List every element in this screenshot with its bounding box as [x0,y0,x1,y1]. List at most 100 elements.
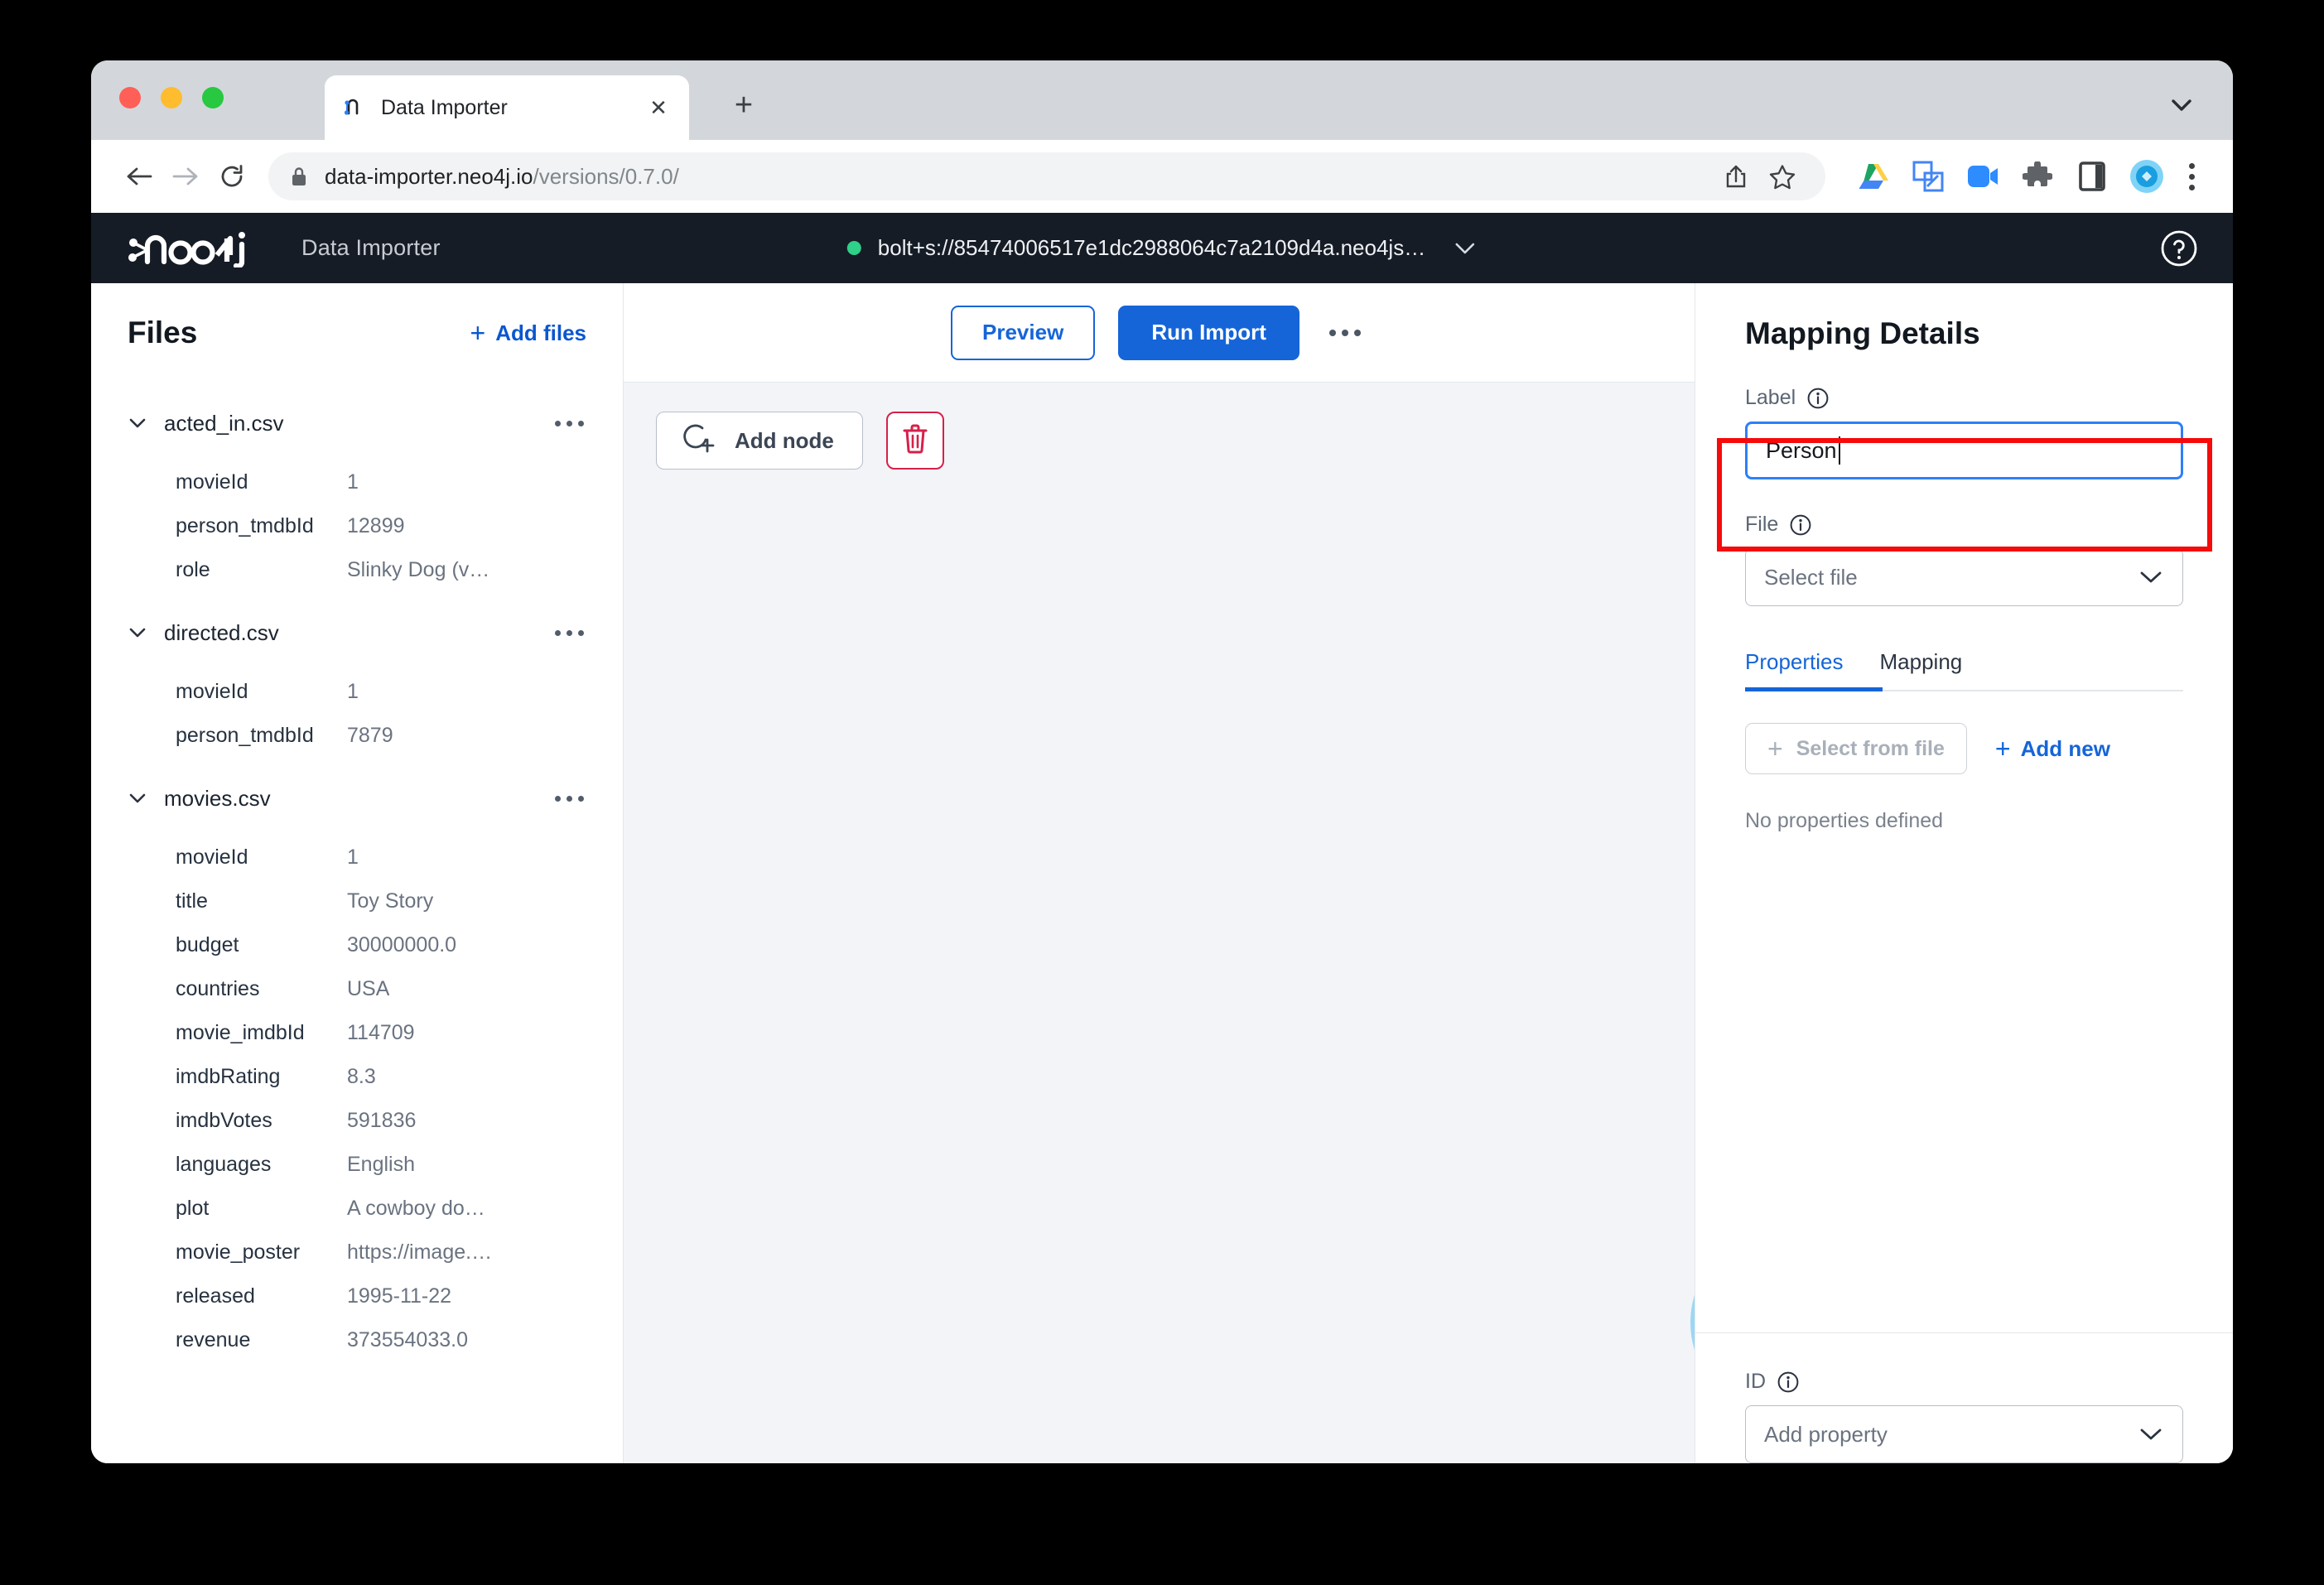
field-row[interactable]: revenue 373554033.0 [128,1318,586,1362]
neo4j-logo-icon [126,229,250,268]
file-field-group: File Select file [1745,513,2183,606]
kebab-horizontal-icon[interactable] [552,795,586,802]
plus-icon: + [1767,734,1783,764]
add-new-property-button[interactable]: + Add new [1995,735,2110,762]
reload-icon[interactable] [209,153,255,200]
label-field-group: Label Person [1745,386,2183,479]
screen-capture-icon[interactable] [1912,160,1945,193]
field-key: revenue [176,1328,251,1351]
delete-node-button[interactable] [885,412,944,470]
extensions-puzzle-icon[interactable] [2021,160,2054,193]
file-group-header[interactable]: directed.csv [128,610,586,655]
field-row[interactable]: movieId 1 [128,670,586,714]
help-circle-icon[interactable] [2160,229,2198,267]
field-row[interactable]: budget 30000000.0 [128,923,586,967]
url-host: data-importer.neo4j.io [325,163,533,189]
field-row[interactable]: title Toy Story [128,879,586,923]
minimize-window-button[interactable] [161,87,182,108]
star-icon[interactable] [1761,155,1804,198]
chevron-down-icon[interactable] [2165,89,2198,122]
label-input[interactable]: Person [1745,422,2183,479]
details-content: Mapping Details Label Person File Select… [1695,283,2233,833]
info-icon[interactable] [1790,514,1811,536]
zoom-icon[interactable] [1966,160,1999,193]
data-importer-app: Data Importer bolt+s://85474006517e1dc29… [91,213,2233,1463]
field-row[interactable]: person_tmdbId 7879 [128,714,586,758]
field-key: imdbVotes [176,1109,272,1132]
browser-tabstrip: Data Importer ✕ + [91,60,2233,140]
add-files-button[interactable]: + Add files [470,320,586,346]
browser-tab-title: Data Importer [381,95,508,119]
trash-icon [901,423,929,459]
file-field-label: File [1745,513,2183,537]
field-key: movie_imdbId [176,1021,305,1044]
kebab-horizontal-icon[interactable] [552,420,586,426]
browser-tab[interactable]: Data Importer ✕ [325,75,689,140]
maximize-window-button[interactable] [202,87,224,108]
browser-window: Data Importer ✕ + data-importer.neo4j.io… [91,60,2233,1463]
share-icon[interactable] [1714,155,1757,198]
field-row[interactable]: released 1995-11-22 [128,1274,586,1318]
select-from-file-button[interactable]: + Select from file [1745,723,1967,774]
field-key: person_tmdbId [176,514,314,537]
field-row[interactable]: movie_imdbId 114709 [128,1011,586,1055]
preview-button[interactable]: Preview [951,305,1096,360]
text-caret [1838,436,1840,465]
chevron-down-icon[interactable] [128,413,147,433]
arrow-left-icon[interactable] [116,153,162,200]
graph-canvas[interactable]: Add node Person [624,383,1695,1463]
field-value: Slinky Dog (v… [347,558,490,581]
connection-selector[interactable]: bolt+s://85474006517e1dc2988064c7a2109d4… [846,235,1477,261]
add-node-button[interactable]: Add node [656,412,863,470]
chevron-down-icon[interactable] [128,623,147,643]
file-name: movies.csv [164,785,271,811]
field-row[interactable]: imdbRating 8.3 [128,1055,586,1099]
file-group-list: acted_in.csv movieId 1 person_tmdbId 12899 ro… [128,401,586,1362]
field-row[interactable]: countries USA [128,967,586,1011]
field-value: Toy Story [347,889,434,913]
tab-mapping[interactable]: Mapping [1880,649,1963,690]
field-row[interactable]: role Slinky Dog (v… [128,548,586,592]
chevron-down-icon[interactable] [128,788,147,808]
tab-properties[interactable]: Properties [1745,649,1844,690]
field-list: movieId 1 person_tmdbId 7879 [128,670,586,758]
app-title: Data Importer [301,235,441,260]
close-window-button[interactable] [119,87,141,108]
address-bar[interactable]: data-importer.neo4j.io/versions/0.7.0/ [268,152,1825,200]
field-key: person_tmdbId [176,724,314,747]
side-panel-icon[interactable] [2076,160,2109,193]
run-import-button[interactable]: Run Import [1118,305,1299,360]
field-row[interactable]: imdbVotes 591836 [128,1099,586,1143]
file-group-header[interactable]: movies.csv [128,776,586,821]
id-select-placeholder: Add property [1764,1421,1888,1447]
field-key: imdbRating [176,1065,281,1088]
connection-uri: bolt+s://85474006517e1dc2988064c7a2109d4… [877,235,1426,260]
neo4j-favicon-icon [343,95,368,120]
field-row[interactable]: plot A cowboy do… [128,1187,586,1231]
chevron-down-icon[interactable] [1454,241,1477,256]
kebab-menu-icon[interactable] [2175,160,2208,193]
field-value: 591836 [347,1109,417,1132]
id-property-select[interactable]: Add property [1745,1405,2183,1463]
file-group: acted_in.csv movieId 1 person_tmdbId 12899 ro… [128,401,586,592]
close-icon[interactable]: ✕ [646,95,671,120]
add-node-icon [680,422,716,460]
field-row[interactable]: movie_poster https://image.… [128,1231,586,1274]
field-row[interactable]: person_tmdbId 12899 [128,504,586,548]
toolbar-more-menu-icon[interactable] [1323,311,1367,355]
kebab-horizontal-icon[interactable] [552,629,586,636]
file-group-header[interactable]: acted_in.csv [128,401,586,446]
profile-avatar-icon[interactable] [2130,160,2163,193]
info-icon[interactable] [1807,388,1829,409]
add-node-label: Add node [735,427,834,453]
field-row[interactable]: movieId 1 [128,836,586,879]
file-select[interactable]: Select file [1745,548,2183,606]
arrow-right-icon[interactable] [162,153,209,200]
field-row[interactable]: languages English [128,1143,586,1187]
google-drive-icon[interactable] [1857,160,1890,193]
new-tab-button[interactable]: + [727,89,760,122]
chevron-down-icon [2138,1426,2164,1443]
app-body: Files + Add files acted_in.csv movieId 1 pe… [91,283,2233,1463]
field-row[interactable]: movieId 1 [128,460,586,504]
info-icon[interactable] [1777,1371,1799,1393]
